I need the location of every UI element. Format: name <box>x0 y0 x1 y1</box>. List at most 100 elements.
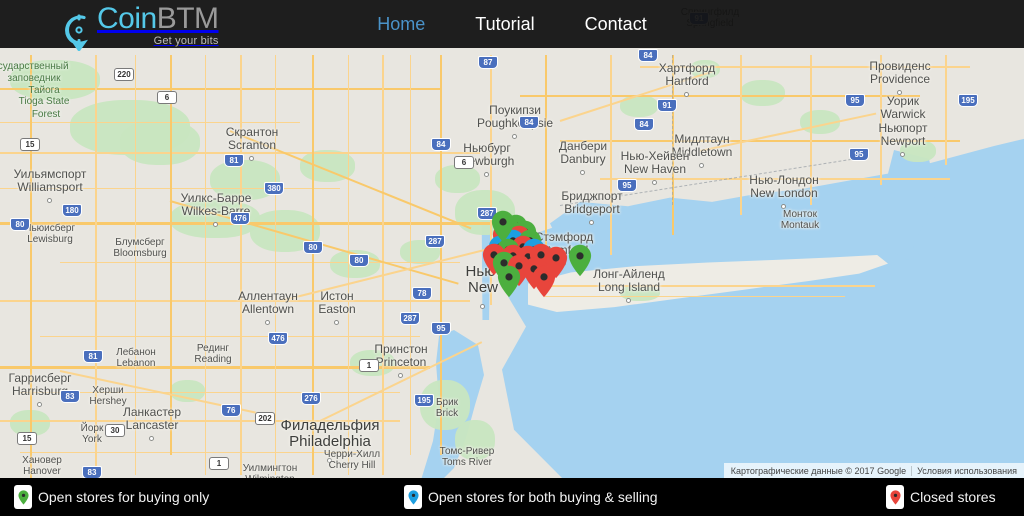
interstate-shield-icon: 84 <box>638 49 658 62</box>
city-dot <box>699 163 704 168</box>
map-label: Хановер Hanover <box>22 455 62 477</box>
map-attribution: Картографические данные © 2017 Google Ус… <box>723 463 1024 478</box>
road-segment <box>20 452 360 453</box>
us-route-shield-icon: 1 <box>359 359 379 372</box>
interstate-shield-icon: 195 <box>414 394 434 407</box>
forest-patch <box>120 120 200 165</box>
interstate-shield-icon: 195 <box>958 94 978 107</box>
interstate-shield-icon: 76 <box>221 404 241 417</box>
us-route-shield-icon: 1 <box>209 457 229 470</box>
city-dot <box>265 320 270 325</box>
road-segment <box>545 296 845 297</box>
road-segment <box>135 55 136 475</box>
nav-item-home[interactable]: Home <box>371 10 431 39</box>
interstate-shield-icon: 287 <box>425 235 445 248</box>
road-segment <box>95 55 97 478</box>
nav-item-tutorial[interactable]: Tutorial <box>469 10 540 39</box>
interstate-shield-icon: 91 <box>657 99 677 112</box>
road-segment <box>0 420 400 422</box>
interstate-shield-icon: 84 <box>519 116 539 129</box>
map-legend-bar: Open stores for buying only Open stores … <box>0 478 1024 516</box>
map-pin-green-icon[interactable] <box>497 265 521 298</box>
main-nav: Home Tutorial Contact <box>0 0 1024 48</box>
road-segment <box>60 262 460 263</box>
map-label: Йорк York <box>80 423 104 445</box>
road-segment <box>610 55 612 255</box>
city-dot <box>900 125 905 130</box>
interstate-shield-icon: 80 <box>10 218 30 231</box>
legend-item-buying-selling: Open stores for both buying & selling <box>404 478 658 516</box>
legend-label-buying-only: Open stores for buying only <box>38 489 210 505</box>
interstate-shield-icon: 80 <box>303 241 323 254</box>
interstate-shield-icon: 81 <box>83 350 103 363</box>
city-dot <box>480 304 485 309</box>
city-dot <box>580 170 585 175</box>
us-route-shield-icon: 202 <box>255 412 275 425</box>
road-segment <box>205 55 206 475</box>
interstate-shield-icon: 78 <box>412 287 432 300</box>
city-dot <box>897 90 902 95</box>
city-dot <box>37 402 42 407</box>
interstate-shield-icon: 180 <box>62 204 82 217</box>
interstate-shield-icon: 84 <box>431 138 451 151</box>
city-dot <box>626 298 631 303</box>
us-route-shield-icon: 6 <box>454 156 474 169</box>
road-segment <box>545 285 875 287</box>
interstate-shield-icon: 84 <box>634 118 654 131</box>
forest-patch <box>740 80 785 106</box>
city-dot <box>47 198 52 203</box>
map-label: Forest <box>31 109 61 120</box>
interstate-shield-icon: 95 <box>431 322 451 335</box>
us-route-shield-icon: 6 <box>157 91 177 104</box>
forest-patch <box>10 60 100 100</box>
map-label: Данбери Danbury <box>558 139 608 166</box>
map-label: Филадельфия Philadelphia <box>280 417 380 451</box>
city-dot <box>652 180 657 185</box>
road-segment <box>945 55 947 165</box>
interstate-shield-icon: 276 <box>301 392 321 405</box>
map-terms-link[interactable]: Условия использования <box>912 466 1022 476</box>
interstate-shield-icon: 83 <box>60 390 80 403</box>
road-segment <box>0 88 440 90</box>
city-dot <box>327 458 332 463</box>
us-route-shield-icon: 30 <box>105 424 125 437</box>
google-map[interactable]: ГосударственныйзаповедникТайогаTioga Sta… <box>0 0 1024 478</box>
city-dot <box>249 156 254 161</box>
city-dot <box>334 320 339 325</box>
map-label: Истон Easton <box>318 289 356 316</box>
road-segment <box>312 55 314 475</box>
interstate-shield-icon: 83 <box>82 466 102 478</box>
map-label: Уильямспорт Williamsport <box>13 167 87 194</box>
city-dot <box>512 134 517 139</box>
map-pin-blue-icon <box>404 485 422 509</box>
road-segment <box>0 122 300 123</box>
city-dot <box>900 152 905 157</box>
map-label: Аллентаун Allentown <box>238 289 298 316</box>
map-pin-red-icon <box>886 485 904 509</box>
interstate-shield-icon: 81 <box>224 154 244 167</box>
interstate-shield-icon: 95 <box>849 148 869 161</box>
road-segment <box>640 66 970 68</box>
road-segment <box>275 55 276 475</box>
interstate-shield-icon: 87 <box>478 56 498 69</box>
forest-patch <box>900 140 936 162</box>
map-pin-green-icon <box>14 485 32 509</box>
map-pin-green-icon[interactable] <box>491 210 515 243</box>
coinbtm-page: ГосударственныйзаповедникТайогаTioga Sta… <box>0 0 1024 516</box>
road-segment <box>30 55 32 478</box>
road-segment <box>348 55 349 475</box>
map-data-credit: Картографические данные © 2017 Google <box>726 465 913 476</box>
nav-item-contact[interactable]: Contact <box>579 10 653 39</box>
legend-label-closed: Closed stores <box>910 489 996 505</box>
map-pin-green-icon[interactable] <box>568 244 592 277</box>
site-header: CoinBTM Get your bits Home Tutorial Cont… <box>0 0 1024 53</box>
road-segment <box>410 55 411 455</box>
us-route-shield-icon: 15 <box>20 138 40 151</box>
interstate-shield-icon: 380 <box>264 182 284 195</box>
city-dot <box>589 220 594 225</box>
road-segment <box>810 55 812 205</box>
interstate-shield-icon: 95 <box>845 94 865 107</box>
legend-item-closed: Closed stores <box>886 478 996 516</box>
map-pin-red-icon[interactable] <box>544 246 568 279</box>
interstate-shield-icon: 80 <box>349 254 369 267</box>
